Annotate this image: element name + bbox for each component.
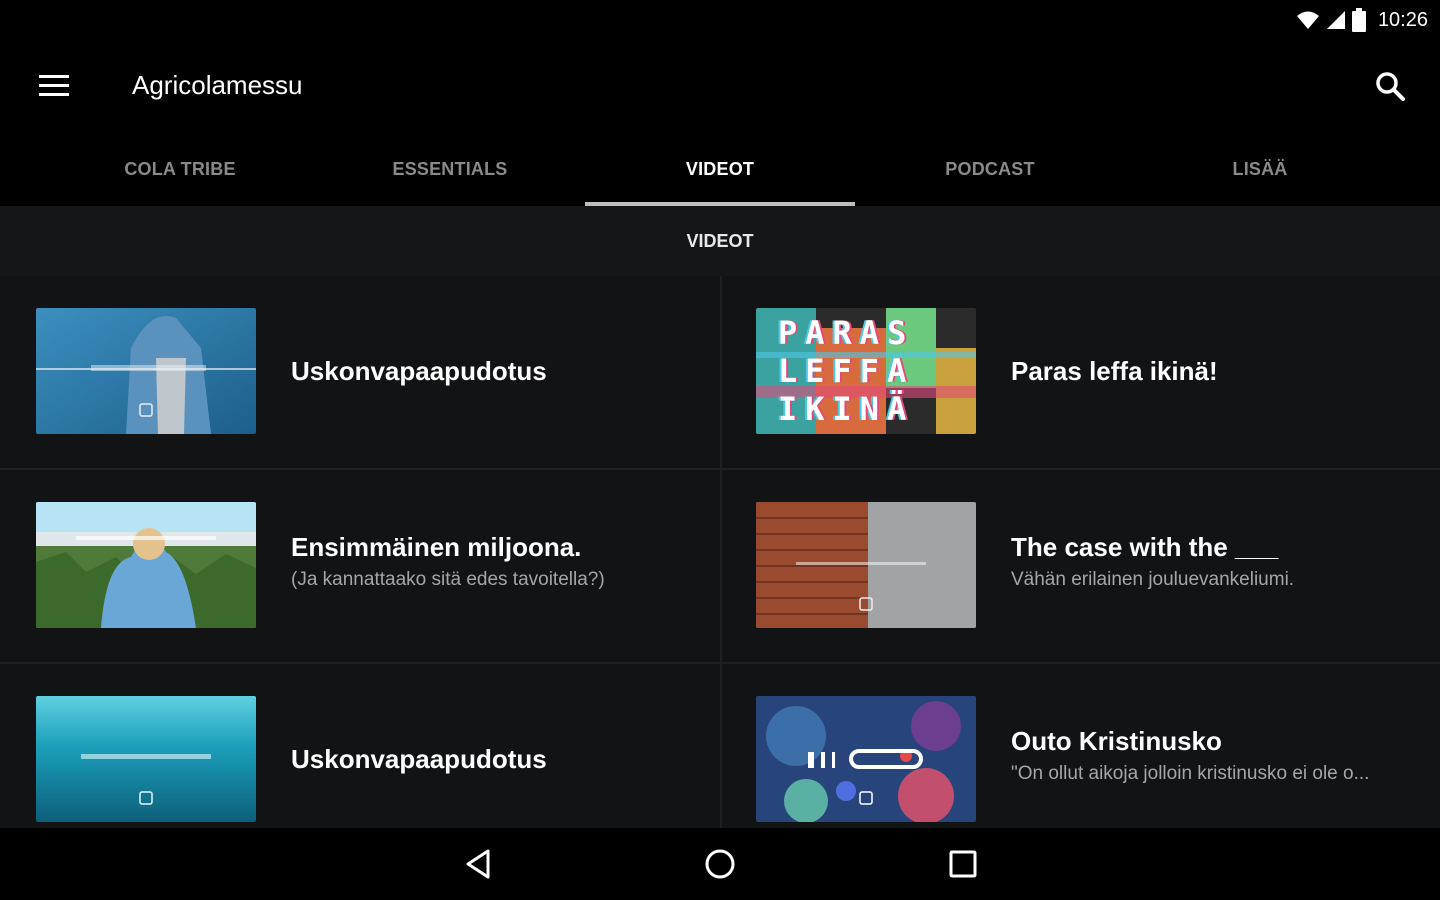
section-header: VIDEOT <box>0 206 1440 276</box>
app-title: Agricolamessu <box>132 70 303 100</box>
back-button[interactable] <box>456 844 500 884</box>
video-thumbnail: PARAS LEFFA IKINÄ PARAS LEFFA IKINÄ <box>756 308 976 434</box>
video-subtitle: "On ollut aikoja jolloin kristinusko ei … <box>1011 763 1370 784</box>
battery-icon <box>1351 8 1366 32</box>
home-button[interactable] <box>698 844 742 884</box>
video-card[interactable]: Ensimmäinen miljoona. (Ja kannattaako si… <box>0 470 720 664</box>
video-grid: Uskonvapaapudotus PARAS LEFFA IKINÄ PARA… <box>0 276 1440 828</box>
video-title: Paras leffa ikinä! <box>1011 356 1218 386</box>
search-icon <box>1376 72 1405 101</box>
menu-button[interactable] <box>30 66 78 106</box>
back-icon <box>466 849 490 879</box>
video-thumbnail <box>36 308 256 434</box>
signal-icon <box>1326 11 1345 29</box>
tab-videot[interactable]: VIDEOT <box>585 132 855 206</box>
video-thumbnail <box>36 502 256 628</box>
recents-button[interactable] <box>941 844 985 884</box>
recents-icon <box>949 850 977 878</box>
video-title: Outo Kristinusko <box>1011 726 1222 756</box>
video-subtitle: Vähän erilainen jouluevankeliumi. <box>1011 569 1295 590</box>
video-card[interactable]: Uskonvapaapudotus <box>0 276 720 470</box>
search-button[interactable] <box>1368 64 1412 108</box>
home-icon <box>705 849 735 879</box>
app-bar: Agricolamessu <box>0 40 1440 132</box>
status-bar: 10:26 <box>0 0 1440 40</box>
tab-podcast[interactable]: PODCAST <box>855 132 1125 206</box>
video-thumbnail <box>756 502 976 628</box>
navigation-bar <box>0 828 1440 900</box>
status-icons: 10:26 <box>1296 6 1428 34</box>
video-thumbnail <box>36 696 256 822</box>
wifi-icon <box>1296 11 1319 29</box>
menu-icon <box>39 75 69 96</box>
thumbnail-text: PARAS LEFFA IKINÄ <box>778 314 915 428</box>
status-time: 10:26 <box>1377 8 1428 31</box>
video-card[interactable]: The case with the ___ Vähän erilainen jo… <box>720 470 1440 664</box>
tab-cola-tribe[interactable]: COLA TRIBE <box>45 132 315 206</box>
video-title: Ensimmäinen miljoona. <box>291 532 582 562</box>
video-title: Uskonvapaapudotus <box>291 356 547 386</box>
video-thumbnail <box>756 696 976 822</box>
tab-bar: COLA TRIBE ESSENTIALS VIDEOT PODCAST LIS… <box>0 132 1440 206</box>
video-subtitle: (Ja kannattaako sitä edes tavoitella?) <box>291 569 605 590</box>
video-title: Uskonvapaapudotus <box>291 744 547 774</box>
video-title: The case with the ___ <box>1011 532 1279 562</box>
tab-lisaa[interactable]: LISÄÄ <box>1125 132 1395 206</box>
tab-essentials[interactable]: ESSENTIALS <box>315 132 585 206</box>
video-card[interactable]: PARAS LEFFA IKINÄ PARAS LEFFA IKINÄ Para… <box>720 276 1440 470</box>
